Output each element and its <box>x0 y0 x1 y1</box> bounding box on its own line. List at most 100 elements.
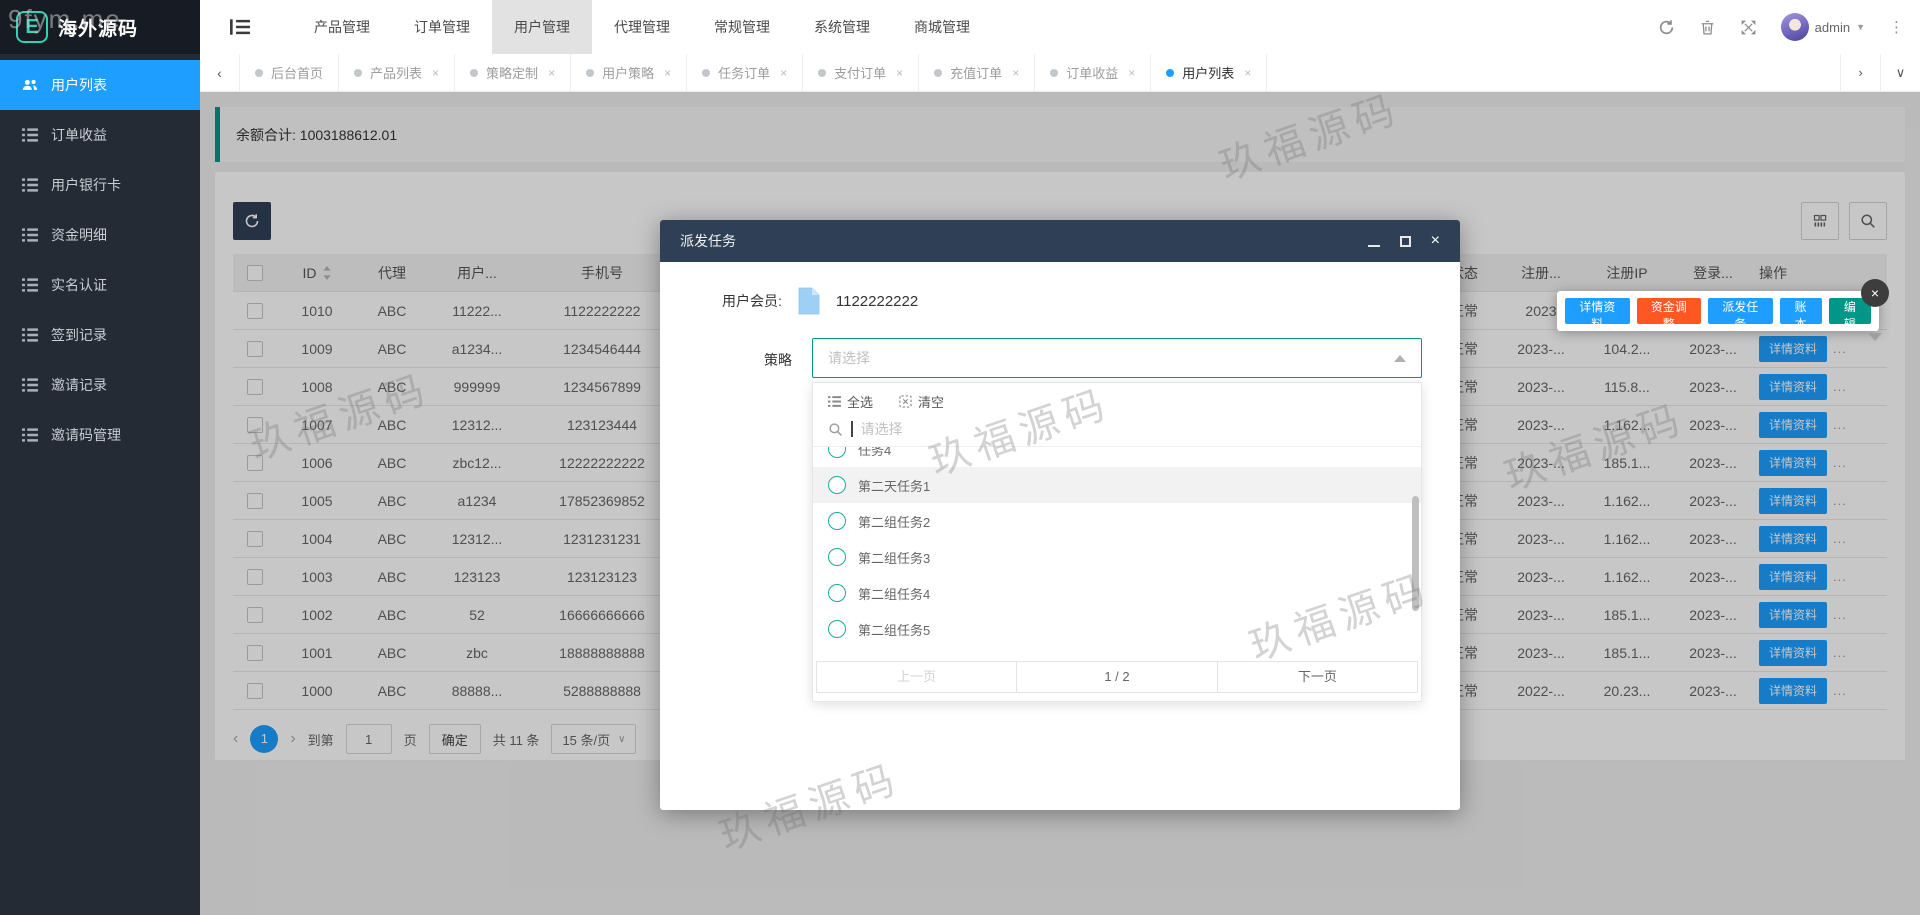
collapse-menu-icon[interactable] <box>230 19 250 35</box>
close-icon[interactable]: × <box>432 66 439 80</box>
dropdown-pager: 上一页 1 / 2 下一页 <box>816 661 1418 693</box>
close-icon[interactable]: × <box>896 66 903 80</box>
sidebar-item-bank-card[interactable]: 用户银行卡 <box>0 160 200 210</box>
option-group2-task3[interactable]: 第二组任务3 <box>813 539 1421 575</box>
fund-adjust-button[interactable]: 资金调整 <box>1637 298 1702 324</box>
close-icon[interactable]: × <box>1128 66 1135 80</box>
sidebar-item-label: 签到记录 <box>51 325 107 345</box>
modal-controls: × <box>1368 233 1440 249</box>
option-group2-task2[interactable]: 第二组任务2 <box>813 503 1421 539</box>
modal-body: 用户会员: 1122222222 策略 请选择 全选 清空 <box>660 262 1460 810</box>
dropdown-search <box>813 416 1421 447</box>
option-label: 第二组任务2 <box>858 512 930 531</box>
nav-order[interactable]: 订单管理 <box>392 0 492 54</box>
sidebar-item-checkin[interactable]: 签到记录 <box>0 310 200 360</box>
nav-agent[interactable]: 代理管理 <box>592 0 692 54</box>
option-label: 任务4 <box>858 447 891 459</box>
tabs-menu-icon[interactable]: ∨ <box>1880 54 1920 91</box>
tab-recharge-order[interactable]: 充值订单 × <box>919 54 1035 91</box>
close-icon[interactable]: × <box>1244 66 1251 80</box>
option-label: 第二组任务5 <box>858 620 930 639</box>
trash-icon[interactable] <box>1699 19 1716 36</box>
tab-bar-controls: › ∨ <box>1840 54 1920 91</box>
more-vertical-icon[interactable]: ⋮ <box>1889 18 1904 36</box>
sidebar-item-invite-record[interactable]: 邀请记录 <box>0 360 200 410</box>
file-icon <box>798 287 820 315</box>
option-label: 第二组任务3 <box>858 548 930 567</box>
tab-label: 订单收益 <box>1066 63 1118 82</box>
tab-home[interactable]: 后台首页 <box>240 54 339 91</box>
option-label: 第二组任务4 <box>858 584 930 603</box>
clear-option[interactable]: 清空 <box>899 392 944 411</box>
tab-dot <box>934 69 942 77</box>
refresh-icon[interactable] <box>1658 19 1675 36</box>
option-group2-task5[interactable]: 第二组任务5 <box>813 611 1421 647</box>
nav-mall[interactable]: 商城管理 <box>892 0 992 54</box>
text-cursor <box>851 421 853 437</box>
minimize-icon[interactable] <box>1368 233 1380 249</box>
chevron-down-icon: ▼ <box>1856 22 1865 32</box>
nav-product[interactable]: 产品管理 <box>292 0 392 54</box>
tab-user-strategy[interactable]: 用户策略 × <box>571 54 687 91</box>
popup-close-icon[interactable]: × <box>1861 279 1889 307</box>
dropdown-prev-button[interactable]: 上一页 <box>817 662 1016 692</box>
close-icon[interactable]: × <box>664 66 671 80</box>
maximize-icon[interactable] <box>1400 233 1411 249</box>
dropdown-scrollbar[interactable] <box>1412 496 1419 611</box>
dispatch-task-button[interactable]: 派发任务 <box>1708 298 1773 324</box>
detail-button[interactable]: 详情资料 <box>1565 298 1630 324</box>
tab-dot <box>1166 69 1174 77</box>
sidebar-menu: 用户列表 订单收益 用户银行卡 资金明细 实名认证 签到记录 邀请记录 邀请码 <box>0 54 200 460</box>
sidebar-item-invite-code[interactable]: 邀请码管理 <box>0 410 200 460</box>
option-day2-task1[interactable]: 第二天任务1 <box>813 467 1421 503</box>
tabs-scroll-left[interactable]: ‹ <box>200 54 240 91</box>
nav-user[interactable]: 用户管理 <box>492 0 592 54</box>
nav-system[interactable]: 系统管理 <box>792 0 892 54</box>
option-label: 第二天任务1 <box>858 476 930 495</box>
close-icon[interactable]: × <box>1012 66 1019 80</box>
sidebar: E 海外源码 用户列表 订单收益 用户银行卡 资金明细 实名认证 签到记录 <box>0 0 200 915</box>
select-all-option[interactable]: 全选 <box>828 392 873 411</box>
list-icon <box>22 377 38 393</box>
account-menu[interactable]: admin ▼ <box>1781 13 1865 41</box>
list-icon <box>22 177 38 193</box>
tab-product-list[interactable]: 产品列表 × <box>339 54 455 91</box>
tab-task-order[interactable]: 任务订单 × <box>687 54 803 91</box>
header-right: admin ▼ ⋮ <box>1658 0 1904 54</box>
tab-pay-order[interactable]: 支付订单 × <box>803 54 919 91</box>
tabs-scroll-right[interactable]: › <box>1840 54 1880 91</box>
sidebar-item-funds-detail[interactable]: 资金明细 <box>0 210 200 260</box>
strategy-label: 策略 <box>764 350 792 370</box>
tab-dot <box>255 69 263 77</box>
option-group2-task4[interactable]: 第二组任务4 <box>813 575 1421 611</box>
radio-icon <box>828 476 846 494</box>
tab-order-income[interactable]: 订单收益 × <box>1035 54 1151 91</box>
dispatch-task-modal: 派发任务 × 用户会员: 1122222222 策略 请选择 全选 <box>660 220 1460 810</box>
sidebar-item-label: 用户银行卡 <box>51 175 121 195</box>
nav-general[interactable]: 常规管理 <box>692 0 792 54</box>
close-icon[interactable]: × <box>780 66 787 80</box>
sidebar-item-label: 订单收益 <box>51 125 107 145</box>
avatar[interactable] <box>1781 13 1809 41</box>
option-task4[interactable]: 任务4 <box>813 447 1421 467</box>
list-icon <box>22 277 38 293</box>
top-header: 产品管理 订单管理 用户管理 代理管理 常规管理 系统管理 商城管理 admin… <box>200 0 1920 54</box>
sidebar-item-real-name[interactable]: 实名认证 <box>0 260 200 310</box>
tab-strategy-custom[interactable]: 策略定制 × <box>455 54 571 91</box>
dropdown-search-input[interactable] <box>861 421 1261 437</box>
fullscreen-icon[interactable] <box>1740 19 1757 36</box>
list-icon <box>22 327 38 343</box>
close-icon[interactable]: × <box>548 66 555 80</box>
tab-dot <box>470 69 478 77</box>
dropdown-next-button[interactable]: 下一页 <box>1217 662 1417 692</box>
sidebar-item-user-list[interactable]: 用户列表 <box>0 60 200 110</box>
tab-label: 充值订单 <box>950 63 1002 82</box>
strategy-select[interactable]: 请选择 <box>812 338 1422 378</box>
close-icon[interactable]: × <box>1431 233 1440 249</box>
top-nav: 产品管理 订单管理 用户管理 代理管理 常规管理 系统管理 商城管理 <box>292 0 992 54</box>
tab-user-list[interactable]: 用户列表 × <box>1151 54 1267 91</box>
sidebar-item-order-income[interactable]: 订单收益 <box>0 110 200 160</box>
modal-title: 派发任务 <box>680 231 736 251</box>
app-title: 海外源码 <box>58 14 138 41</box>
ledger-button[interactable]: 账本 <box>1780 298 1822 324</box>
